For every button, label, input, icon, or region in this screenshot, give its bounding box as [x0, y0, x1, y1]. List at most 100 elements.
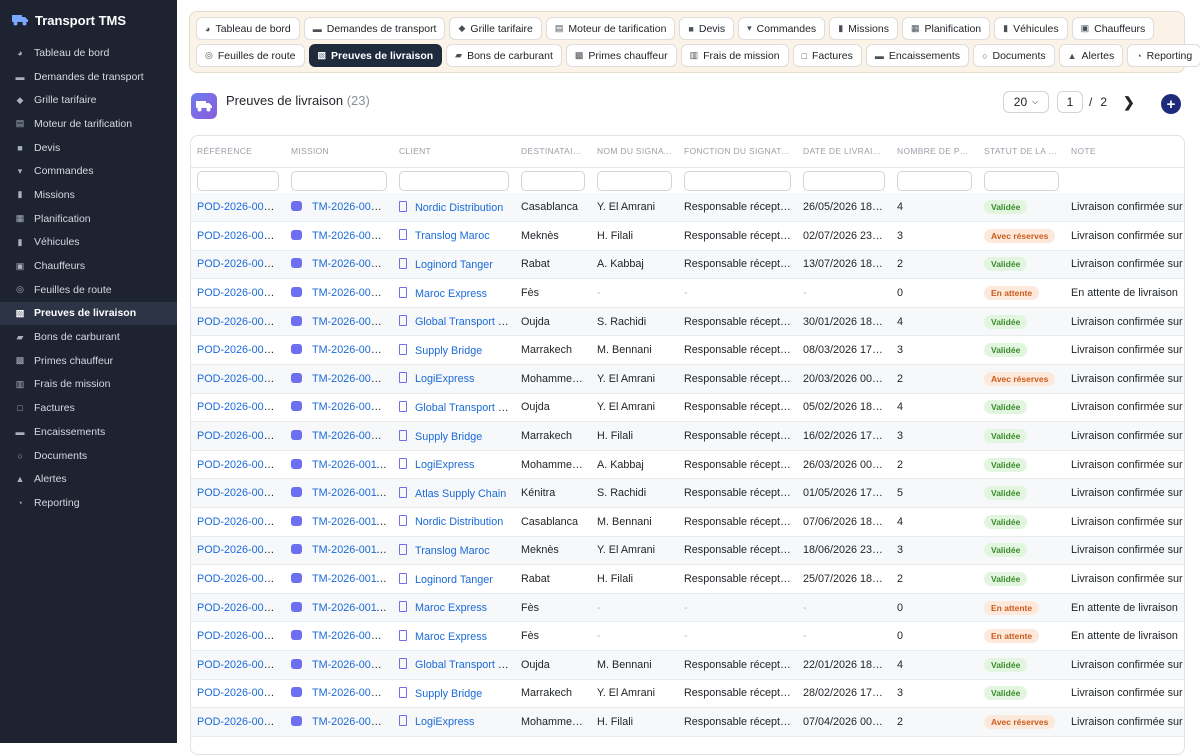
column-filter-input[interactable] [291, 171, 387, 192]
tab-devis[interactable]: ■ Devis [679, 17, 735, 40]
tab-feuilles-de-route[interactable]: ◎ Feuilles de route [196, 44, 305, 67]
table-row[interactable]: POD-2026-00011 TM-2026-00116 Translog Maro… [191, 536, 1184, 565]
column-header[interactable]: Date de livraison [797, 136, 891, 168]
tab-grille-tarifaire[interactable]: ◆ Grille tarifaire [449, 17, 542, 40]
client-link[interactable]: Maroc Express [415, 288, 487, 300]
table-row[interactable]: POD-2026-00019 TM-2026-00124 Global Transp… [191, 307, 1184, 336]
reference-link[interactable]: POD-2026-00007 [197, 659, 282, 671]
page-size-select[interactable]: 20 ⌵ [1003, 91, 1049, 113]
mission-link[interactable]: TM-2026-00106 [312, 687, 389, 699]
reference-link[interactable]: POD-2026-00019 [197, 316, 282, 328]
client-link[interactable]: Nordic Distribution [415, 202, 503, 214]
reference-link[interactable]: POD-2026-00017 [197, 373, 282, 385]
client-link[interactable]: Supply Bridge [415, 431, 482, 443]
tab-documents[interactable]: ○ Documents [973, 44, 1055, 67]
table-row[interactable]: POD-2026-00012 TM-2026-00117 Nordic Distri… [191, 508, 1184, 537]
tab-v-hicules[interactable]: ▮ Véhicules [994, 17, 1068, 40]
column-filter-input[interactable] [984, 171, 1059, 192]
client-link[interactable]: Supply Bridge [415, 688, 482, 700]
mission-link[interactable]: TM-2026-00131 [312, 201, 389, 213]
reference-link[interactable]: POD-2026-00005 [197, 716, 282, 728]
sidebar-item-primes-chauffeur[interactable]: ▩ Primes chauffeur [0, 349, 177, 373]
reference-link[interactable]: POD-2026-00023 [197, 201, 282, 213]
column-header[interactable]: Fonction du signataire [678, 136, 797, 168]
client-link[interactable]: Atlas Supply Chain [415, 488, 506, 500]
column-filter-input[interactable] [521, 171, 585, 192]
sidebar-item-bons-de-carburant[interactable]: ▰ Bons de carburant [0, 325, 177, 349]
app-brand[interactable]: Transport TMS [0, 0, 177, 40]
table-row[interactable]: POD-2026-00013 TM-2026-00118 Atlas Supply … [191, 478, 1184, 508]
sidebar-item-chauffeurs[interactable]: ▣ Chauffeurs [0, 254, 177, 278]
column-header[interactable]: Client [393, 136, 515, 168]
tab-planification[interactable]: ▦ Planification [901, 17, 991, 40]
tab-commandes[interactable]: ▾ Commandes [738, 17, 826, 40]
mission-link[interactable]: TM-2026-00126 [312, 287, 389, 299]
sidebar-item-feuilles-de-route[interactable]: ◎ Feuilles de route [0, 278, 177, 302]
column-filter-input[interactable] [399, 171, 509, 192]
sidebar-item-reporting[interactable]: ◔ Reporting [0, 491, 177, 515]
client-link[interactable]: Global Transport SA [415, 402, 512, 414]
mission-link[interactable]: TM-2026-00117 [312, 516, 388, 528]
reference-link[interactable]: POD-2026-00011 [197, 544, 281, 556]
sidebar-item-commandes[interactable]: ▾ Commandes [0, 159, 177, 183]
mission-link[interactable]: TM-2026-00121 [312, 401, 389, 413]
column-header[interactable]: Destinataire [515, 136, 591, 168]
table-row[interactable]: POD-2026-00023 TM-2026-00131 Nordic Distri… [191, 193, 1184, 222]
sidebar-item-factures[interactable]: □ Factures [0, 396, 177, 420]
column-header[interactable]: Statut de la preuve [978, 136, 1065, 168]
column-header[interactable]: Mission [285, 136, 393, 168]
reference-link[interactable]: POD-2026-00008 [197, 630, 282, 642]
client-link[interactable]: LogiExpress [415, 459, 474, 471]
mission-link[interactable]: TM-2026-00115 [312, 573, 388, 585]
table-row[interactable]: POD-2026-00017 TM-2026-00122 LogiExpress Mo… [191, 364, 1184, 394]
tab-primes-chauffeur[interactable]: ▩ Primes chauffeur [565, 44, 677, 67]
tab-encaissements[interactable]: ▬ Encaissements [865, 44, 970, 67]
reference-link[interactable]: POD-2026-00013 [197, 487, 282, 499]
tab-frais-de-mission[interactable]: ▥ Frais de mission [680, 44, 789, 67]
mission-link[interactable]: TM-2026-00124 [312, 316, 389, 328]
mission-link[interactable]: TM-2026-00129 [312, 258, 389, 270]
column-header[interactable]: Nombre de photos [891, 136, 978, 168]
column-filter-input[interactable] [197, 171, 279, 192]
reference-link[interactable]: POD-2026-00015 [197, 430, 282, 442]
tab-missions[interactable]: ▮ Missions [829, 17, 898, 40]
client-link[interactable]: Maroc Express [415, 631, 487, 643]
table-row[interactable]: POD-2026-00020 TM-2026-00126 Maroc Express… [191, 279, 1184, 308]
next-page-chevron-icon[interactable]: ❯ [1123, 94, 1135, 111]
sidebar-item-devis[interactable]: ■ Devis [0, 136, 177, 160]
mission-link[interactable]: TM-2026-00123 [312, 344, 389, 356]
reference-link[interactable]: POD-2026-00006 [197, 687, 282, 699]
column-filter-input[interactable] [597, 171, 672, 192]
table-row[interactable]: POD-2026-00021 TM-2026-00129 Loginord Tang… [191, 250, 1184, 279]
mission-link[interactable]: TM-2026-00112 [312, 602, 388, 614]
mission-link[interactable]: TM-2026-00105 [312, 716, 389, 728]
reference-link[interactable]: POD-2026-00020 [197, 287, 282, 299]
tab-preuves-de-livraison[interactable]: ▧ Preuves de livraison [308, 44, 443, 67]
tab-moteur-de-tarification[interactable]: ▤ Moteur de tarification [545, 17, 676, 40]
column-filter-input[interactable] [897, 171, 972, 192]
table-row[interactable]: POD-2026-00018 TM-2026-00123 Supply Bridge… [191, 336, 1184, 365]
client-link[interactable]: Translog Maroc [415, 230, 490, 242]
sidebar-item-moteur-de-tarification[interactable]: ▤ Moteur de tarification [0, 112, 177, 136]
client-link[interactable]: Supply Bridge [415, 345, 482, 357]
reference-link[interactable]: POD-2026-00010 [197, 573, 282, 585]
tab-reporting[interactable]: ◔ Reporting [1127, 44, 1200, 67]
mission-link[interactable]: TM-2026-00118 [312, 487, 388, 499]
reference-link[interactable]: POD-2026-00012 [197, 516, 282, 528]
mission-link[interactable]: TM-2026-00122 [312, 373, 389, 385]
reference-link[interactable]: POD-2026-00018 [197, 344, 282, 356]
table-row[interactable]: POD-2026-00022 TM-2026-00130 Translog Maro… [191, 222, 1184, 251]
table-row[interactable]: POD-2026-00008 TM-2026-00109 Maroc Express… [191, 622, 1184, 651]
mission-link[interactable]: TM-2026-00119 [312, 459, 388, 471]
client-link[interactable]: Maroc Express [415, 602, 487, 614]
sidebar-item-documents[interactable]: ○ Documents [0, 444, 177, 468]
reference-link[interactable]: POD-2026-00009 [197, 602, 282, 614]
mission-link[interactable]: TM-2026-00130 [312, 230, 389, 242]
tab-alertes[interactable]: ▲ Alertes [1058, 44, 1124, 67]
sidebar-item-demandes-de-transport[interactable]: ▬ Demandes de transport [0, 65, 177, 89]
client-link[interactable]: Loginord Tanger [415, 574, 493, 586]
mission-link[interactable]: TM-2026-00120 [312, 430, 389, 442]
column-header[interactable]: Nom du signataire [591, 136, 678, 168]
reference-link[interactable]: POD-2026-00016 [197, 401, 282, 413]
table-row[interactable]: POD-2026-00005 TM-2026-00105 LogiExpress Mo… [191, 707, 1184, 737]
